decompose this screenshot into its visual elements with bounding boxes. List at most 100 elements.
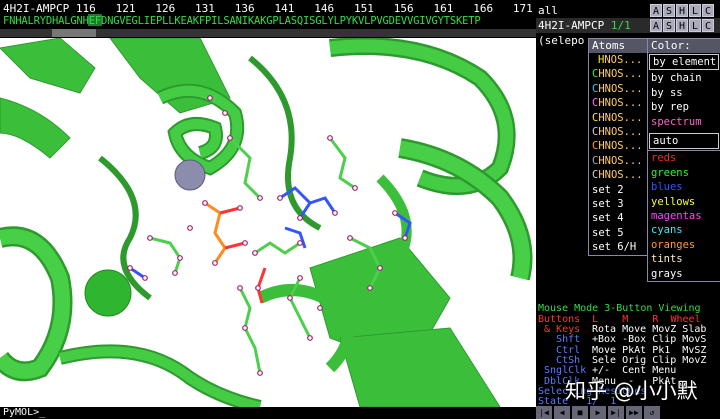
atoms-menu-item-rest: HNOS...: [598, 97, 643, 110]
cartoon-ribbons: [0, 38, 533, 407]
polar-hydrogen-dot: [147, 235, 153, 241]
green-sphere-ion: [84, 269, 132, 317]
color-menu-item-spectrum[interactable]: spectrum: [648, 115, 720, 129]
atoms-menu-item-rest: HNOS...: [598, 111, 643, 124]
atoms-menu-item-rest: NOS...: [604, 54, 643, 66]
atoms-menu-item-rest: HNOS...: [598, 68, 643, 81]
atoms-menu-item[interactable]: set 4: [589, 211, 647, 225]
polar-hydrogen-dot: [327, 135, 333, 141]
atoms-menu[interactable]: Atoms HNOS... CHNOS... CHNOS... CHNOS... CHN…: [588, 38, 648, 256]
color-menu-item-reds[interactable]: reds: [648, 150, 720, 165]
polar-hydrogen-dot: [127, 265, 133, 271]
hide-button[interactable]: H: [676, 4, 688, 17]
polar-hydrogen-dot: [392, 210, 398, 216]
color-menu-item-magentas[interactable]: magentas: [648, 209, 720, 223]
object-name[interactable]: (selepo: [538, 33, 584, 48]
polar-hydrogen-dot: [242, 325, 248, 331]
atoms-menu-item[interactable]: HNOS...: [589, 53, 647, 67]
color-menu-item-cyans[interactable]: cyans: [648, 223, 720, 237]
color-button[interactable]: C: [702, 19, 714, 32]
playback-button[interactable]: ▶|: [608, 406, 624, 419]
color-menu-item-yellows[interactable]: yellows: [648, 195, 720, 209]
color-menu-item-grays[interactable]: grays: [648, 267, 720, 281]
molecular-viewport[interactable]: [0, 38, 536, 407]
command-line[interactable]: PyMOL>_: [0, 407, 539, 419]
atoms-menu-item[interactable]: set 6/H: [589, 240, 647, 254]
mouse-mode-title[interactable]: Mouse Mode 3-Button Viewing: [538, 303, 701, 315]
polar-hydrogen-dot: [222, 110, 228, 116]
polar-hydrogen-dot: [242, 240, 248, 246]
sequence-header: 4H2I-AMPCP 116 121 126 131 136 141 146 1…: [3, 2, 536, 15]
object-name[interactable]: 4H2I-AMPCP 1/1: [538, 18, 631, 33]
polar-hydrogen-dot: [287, 295, 293, 301]
polar-hydrogen-dot: [177, 255, 183, 261]
playback-button[interactable]: ◀: [554, 406, 570, 419]
atoms-menu-item-rest: HNOS...: [598, 126, 643, 139]
playback-button[interactable]: ▶: [590, 406, 606, 419]
watermark: 知乎 @小小默: [565, 379, 698, 403]
atoms-menu-item[interactable]: CHNOS...: [589, 168, 647, 182]
playback-controls: |◀ ◀ ■ ▶ ▶| ▶▶ ↺: [536, 406, 720, 419]
metal-ion-sphere: [174, 159, 206, 191]
protein-structure-render[interactable]: [0, 38, 536, 407]
sequence-viewer[interactable]: 4H2I-AMPCP 116 121 126 131 136 141 146 1…: [0, 0, 536, 38]
polar-hydrogen-dot: [252, 250, 258, 256]
object-name[interactable]: all: [538, 3, 558, 18]
atoms-menu-item[interactable]: CHNOS...: [589, 154, 647, 168]
show-button[interactable]: S: [663, 4, 675, 17]
polar-hydrogen-dot: [237, 205, 243, 211]
polar-hydrogen-dot: [202, 200, 208, 206]
atoms-menu-item[interactable]: CHNOS...: [589, 125, 647, 139]
atoms-menu-item[interactable]: CHNOS...: [589, 96, 647, 110]
polar-hydrogen-dot: [377, 265, 383, 271]
action-button[interactable]: A: [650, 19, 662, 32]
polar-hydrogen-dot: [332, 210, 338, 216]
color-menu-item-blues[interactable]: blues: [648, 180, 720, 194]
polar-hydrogen-dot: [255, 285, 261, 291]
show-button[interactable]: S: [663, 19, 675, 32]
color-menu-item-auto[interactable]: auto: [649, 133, 719, 150]
polar-hydrogen-dot: [317, 305, 323, 311]
color-menu-item-tints[interactable]: tints: [648, 252, 720, 266]
polar-hydrogen-dot: [237, 285, 243, 291]
polar-hydrogen-dot: [297, 240, 303, 246]
color-menu-item-by-element[interactable]: by element: [649, 54, 719, 71]
action-button[interactable]: A: [650, 4, 662, 17]
sequence-scrollbar-thumb[interactable]: [52, 29, 96, 37]
sequence-letters[interactable]: FNHALRYDHALGNHEFDNGVEGLIEPLLKEAKFPILSANI…: [3, 15, 481, 27]
color-menu-item-by-rep[interactable]: by rep: [648, 100, 720, 114]
playback-button[interactable]: ↺: [644, 406, 660, 419]
atoms-menu-item[interactable]: set 5: [589, 226, 647, 240]
object-row-all[interactable]: all A S H L C: [536, 3, 720, 18]
polar-hydrogen-dot: [367, 285, 373, 291]
color-menu-item-by-ss[interactable]: by ss: [648, 86, 720, 100]
color-button[interactable]: C: [702, 4, 714, 17]
polar-hydrogen-dot: [207, 95, 213, 101]
color-menu[interactable]: Color: by element by chain by ss by rep spec…: [647, 38, 720, 283]
polar-hydrogen-dot: [402, 235, 408, 241]
polar-hydrogen-dot: [172, 270, 178, 276]
color-menu-item-by-chain[interactable]: by chain: [648, 71, 720, 85]
atoms-menu-item[interactable]: CHNOS...: [589, 111, 647, 125]
atoms-menu-item[interactable]: CHNOS...: [589, 139, 647, 153]
atoms-menu-item[interactable]: set 3: [589, 197, 647, 211]
atoms-menu-item-rest: HNOS...: [598, 169, 643, 182]
color-menu-item-greens[interactable]: greens: [648, 166, 720, 180]
color-menu-item-oranges[interactable]: oranges: [648, 238, 720, 252]
polar-hydrogen-dot: [257, 370, 263, 376]
object-row-4h2i[interactable]: 4H2I-AMPCP 1/1 A S H L C: [536, 18, 720, 33]
playback-button[interactable]: ▶▶: [626, 406, 642, 419]
label-button[interactable]: L: [689, 4, 701, 17]
playback-button[interactable]: |◀: [536, 406, 552, 419]
object-buttons-4h2i: A S H L C: [650, 19, 715, 32]
polar-hydrogen-dot: [212, 260, 218, 266]
polar-hydrogen-dot: [297, 215, 303, 221]
polar-hydrogen-dot: [352, 185, 358, 191]
label-button[interactable]: L: [689, 19, 701, 32]
hide-button[interactable]: H: [676, 19, 688, 32]
atoms-menu-item[interactable]: set 2: [589, 183, 647, 197]
playback-button[interactable]: ■: [572, 406, 588, 419]
atoms-menu-item-rest: HNOS...: [598, 154, 643, 167]
atoms-menu-item[interactable]: CHNOS...: [589, 82, 647, 96]
atoms-menu-item[interactable]: CHNOS...: [589, 67, 647, 81]
